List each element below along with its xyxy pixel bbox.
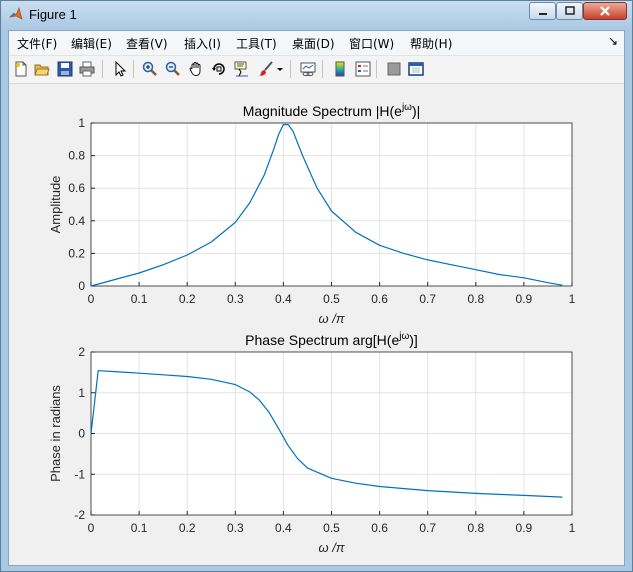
menu-help[interactable]: 帮助(H): [410, 35, 452, 52]
x-tick-label: 0.1: [131, 292, 148, 306]
x-tick-label: 0.6: [371, 521, 388, 535]
figure-window: Figure 1 文件(F) 编辑(E) 查看(V) 插入(I) 工具(T) 桌…: [0, 0, 633, 572]
y-tick-label: 0.2: [68, 246, 85, 260]
pointer-icon[interactable]: [111, 60, 129, 78]
plot-canvas: 0 0.1 0.2 0.3 0.4 0.5 0.6 0.7 0.8 0.9 1 0 0.2 0.4 0.6 0…: [48, 102, 576, 555]
y-tick-label: 0: [78, 279, 85, 293]
window-title: Figure 1: [29, 7, 77, 22]
x-tick-label: 0.4: [275, 521, 292, 535]
x-tick-label: 0.2: [179, 292, 196, 306]
figure-toolbar: [9, 56, 624, 84]
hide-plot-tools-icon[interactable]: [385, 60, 403, 78]
toolbar-separator: [102, 60, 103, 78]
maximize-button[interactable]: [556, 2, 583, 20]
x-tick-label: 0.5: [323, 292, 340, 306]
toolbar-separator: [133, 60, 134, 78]
x-tick-label: 0: [88, 521, 95, 535]
x-tick-label: 0.4: [275, 292, 292, 306]
menu-file[interactable]: 文件(F): [17, 35, 57, 52]
x-tick-label: 0.1: [131, 521, 148, 535]
y-tick-label: 0.8: [68, 149, 85, 163]
save-icon[interactable]: [56, 60, 74, 78]
toolbar-separator: [290, 60, 291, 78]
x-tick-label: 1: [569, 521, 576, 535]
y-axis-label: Phase in radians: [48, 385, 63, 482]
chart-title: Phase Spectrum arg[H(ejω)]: [245, 331, 418, 348]
x-tick-label: 0.9: [516, 292, 533, 306]
x-tick-label: 0.8: [467, 292, 484, 306]
y-tick-label: -2: [74, 508, 85, 522]
x-tick-label: 0.3: [227, 292, 244, 306]
figure-client-area: 文件(F) 编辑(E) 查看(V) 插入(I) 工具(T) 桌面(D) 窗口(W…: [8, 30, 625, 566]
y-tick-label: 0.4: [68, 214, 85, 228]
menu-view[interactable]: 查看(V): [126, 35, 168, 52]
x-tick-label: 0.3: [227, 521, 244, 535]
brush-icon[interactable]: [257, 60, 275, 78]
maximize-icon: [564, 6, 575, 15]
menu-desktop[interactable]: 桌面(D): [292, 35, 335, 52]
data-cursor-icon[interactable]: [233, 60, 251, 78]
legend-icon[interactable]: [354, 60, 372, 78]
x-tick-label: 0.9: [516, 521, 533, 535]
y-tick-label: 1: [78, 386, 85, 400]
toolbar-separator: [322, 60, 323, 78]
colorbar-icon[interactable]: [331, 60, 349, 78]
x-tick-label: 0: [88, 292, 95, 306]
matlab-logo-icon: [9, 7, 23, 20]
x-axis-label: ω /π: [318, 540, 344, 555]
y-tick-label: -1: [74, 467, 85, 481]
menu-insert[interactable]: 插入(I): [184, 35, 221, 52]
x-tick-label: 0.6: [371, 292, 388, 306]
figure-canvas: 0 0.1 0.2 0.3 0.4 0.5 0.6 0.7 0.8 0.9 1 0 0.2 0.4 0.6 0…: [9, 84, 624, 565]
brush-dropdown-icon[interactable]: [275, 60, 285, 78]
x-tick-label: 0.2: [179, 521, 196, 535]
x-tick-label: 0.8: [467, 521, 484, 535]
link-plot-icon[interactable]: [299, 60, 317, 78]
open-folder-icon[interactable]: [33, 60, 51, 78]
x-axis-label: ω /π: [318, 311, 344, 326]
x-tick-label: 0.7: [419, 521, 436, 535]
minimize-icon: [538, 13, 547, 15]
minimize-button[interactable]: [529, 2, 556, 20]
x-tick-label: 0.5: [323, 521, 340, 535]
show-plot-tools-icon[interactable]: [407, 60, 425, 78]
rotate-3d-icon[interactable]: [210, 60, 228, 78]
zoom-out-icon[interactable]: [164, 60, 182, 78]
close-icon: [600, 6, 610, 16]
y-tick-label: 0: [78, 427, 85, 441]
x-tick-label: 0.7: [419, 292, 436, 306]
menu-window[interactable]: 窗口(W): [349, 35, 394, 52]
y-tick-label: 1: [78, 116, 85, 130]
y-tick-label: 2: [78, 345, 85, 359]
toolbar-separator: [376, 60, 377, 78]
y-axis-label: Amplitude: [48, 176, 63, 234]
menu-edit[interactable]: 编辑(E): [71, 35, 112, 52]
x-tick-label: 1: [569, 292, 576, 306]
close-button[interactable]: [583, 2, 627, 20]
y-tick-label: 0.6: [68, 181, 85, 195]
new-figure-icon[interactable]: [12, 60, 30, 78]
print-icon[interactable]: [78, 60, 96, 78]
zoom-in-icon[interactable]: [141, 60, 159, 78]
menu-bar: 文件(F) 编辑(E) 查看(V) 插入(I) 工具(T) 桌面(D) 窗口(W…: [9, 31, 624, 56]
chart-title: Magnitude Spectrum |H(ejω)|: [243, 102, 421, 119]
menu-dock-arrow-icon[interactable]: ↘: [608, 34, 618, 48]
pan-hand-icon[interactable]: [187, 60, 205, 78]
menu-tools[interactable]: 工具(T): [236, 35, 277, 52]
title-bar[interactable]: Figure 1: [1, 1, 632, 29]
